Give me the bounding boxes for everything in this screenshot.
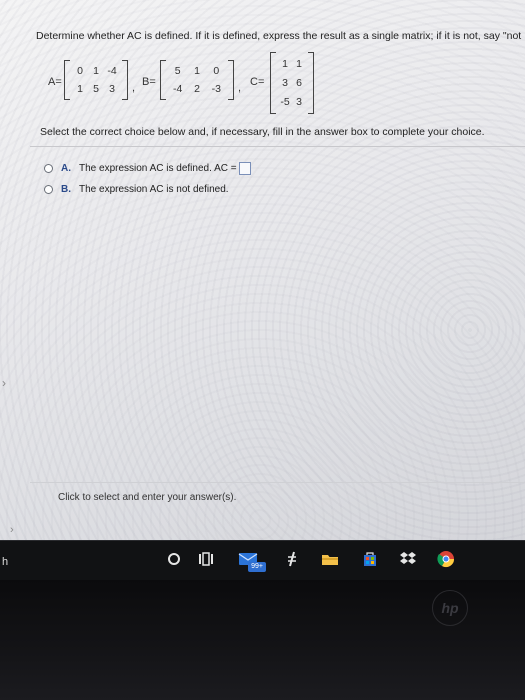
matrix-cell: 1: [296, 57, 302, 70]
matrix-cell: 1: [282, 57, 288, 70]
matrix-cell: 3: [282, 76, 288, 89]
cash-app-icon[interactable]: [282, 549, 302, 569]
matrix-b: 5 1 0 -4 2 -3: [160, 60, 234, 100]
matrix-cell: 5: [174, 65, 181, 77]
question-content: Determine whether AC is defined. If it i…: [0, 0, 525, 540]
chrome-icon[interactable]: [436, 549, 456, 569]
matrix-cell: 0: [77, 65, 83, 77]
matrix-cell: 1: [194, 65, 200, 77]
matrix-cell: 5: [93, 83, 99, 95]
matrix-separator: ,: [132, 82, 136, 94]
choice-b-text: The expression AC is not defined.: [79, 184, 229, 195]
matrix-cell: -5: [280, 96, 290, 109]
matrix-cell: 1: [77, 83, 83, 95]
dropbox-icon[interactable]: [398, 549, 418, 569]
taskbar-search-text[interactable]: h: [2, 556, 8, 568]
bracket-left: [270, 52, 276, 114]
choice-b-letter: B.: [61, 184, 71, 195]
mail-badge: 99+: [248, 562, 266, 572]
question-text: Determine whether AC is defined. If it i…: [36, 30, 522, 42]
bracket-right: [228, 60, 234, 100]
choice-a-text: The expression AC is defined. AC =: [79, 163, 237, 174]
choice-a[interactable]: A. The expression AC is defined. AC =: [44, 162, 251, 175]
mail-icon[interactable]: 99+: [238, 549, 266, 572]
matrix-a: 0 1 -4 1 5 3: [64, 60, 128, 100]
matrix-c-label: C=: [250, 76, 265, 88]
matrix-cell: 1: [93, 65, 99, 77]
instruction-text: Select the correct choice below and, if …: [40, 126, 485, 138]
file-explorer-icon[interactable]: [320, 549, 340, 569]
task-view-icon[interactable]: [196, 549, 216, 569]
matrices-row: A= 0 1 -4 1 5 3 , B= 5 1 0 -4 2 -3 , C= …: [48, 52, 338, 116]
matrix-cell: -4: [107, 65, 117, 77]
radio-choice-a[interactable]: [44, 164, 53, 173]
answer-input-box[interactable]: [238, 162, 251, 175]
matrix-b-cells: 5 1 0 -4 2 -3: [168, 62, 226, 98]
matrix-cell: -4: [172, 83, 183, 95]
matrix-cell: 3: [296, 96, 302, 109]
matrix-cell: -3: [211, 83, 221, 95]
choice-a-letter: A.: [61, 163, 71, 174]
bracket-left: [64, 60, 70, 100]
matrix-cell: 2: [194, 83, 200, 95]
radio-choice-b[interactable]: [44, 185, 53, 194]
footer-divider: [30, 482, 525, 483]
cortana-circle-icon[interactable]: [164, 549, 184, 569]
screen: Determine whether AC is defined. If it i…: [0, 0, 525, 540]
matrix-c-cells: 1 1 3 6 -5 3: [278, 54, 306, 112]
hp-logo-icon: hp: [432, 590, 468, 626]
matrix-separator: ,: [238, 82, 242, 94]
matrix-cell: 0: [213, 65, 220, 77]
bracket-left: [160, 60, 166, 100]
chevron-right-icon[interactable]: ›: [10, 524, 14, 536]
choice-b[interactable]: B. The expression AC is not defined.: [44, 184, 229, 195]
matrix-b-label: B=: [142, 76, 156, 88]
bracket-right: [122, 60, 128, 100]
section-divider: [30, 146, 525, 147]
matrix-c: 1 1 3 6 -5 3: [270, 52, 314, 114]
matrix-a-label: A=: [48, 76, 62, 88]
bracket-right: [308, 52, 314, 114]
chevron-right-icon[interactable]: ›: [2, 376, 6, 390]
matrix-a-cells: 0 1 -4 1 5 3: [72, 62, 120, 98]
matrix-cell: 3: [109, 83, 115, 95]
store-icon[interactable]: [360, 549, 380, 569]
footer-hint-text: Click to select and enter your answer(s)…: [58, 492, 237, 503]
windows-taskbar: h 99+: [0, 540, 525, 581]
matrix-cell: 6: [296, 76, 302, 89]
